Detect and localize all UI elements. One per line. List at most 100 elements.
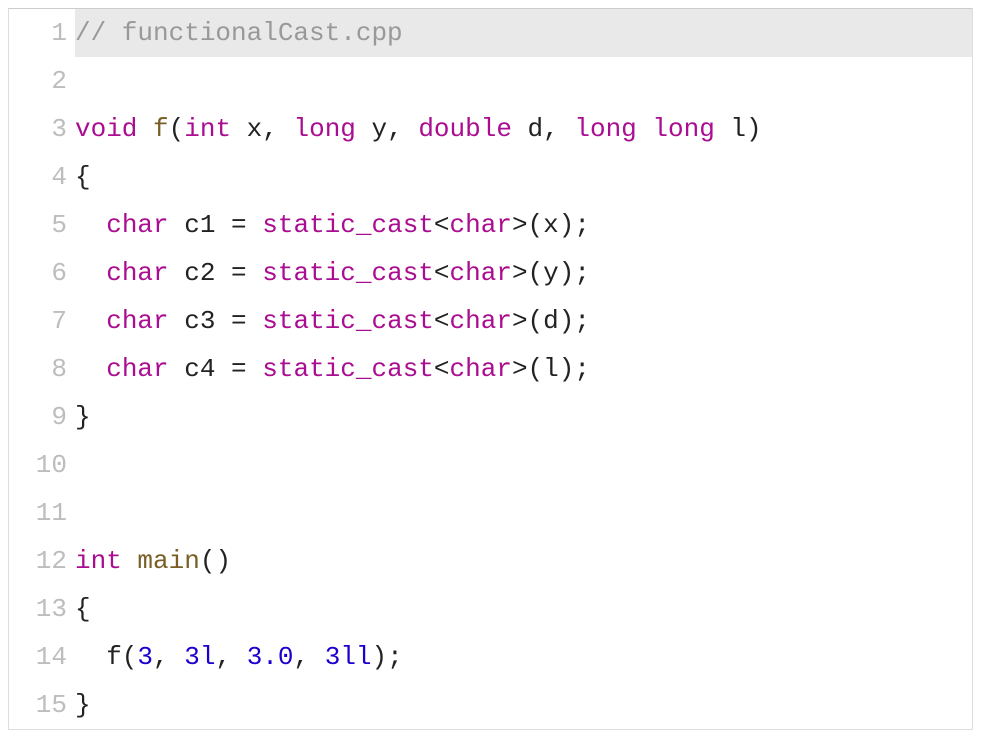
token: >(l); <box>512 354 590 384</box>
line-number: 10 <box>9 441 75 489</box>
code-content: int main() <box>75 537 972 585</box>
token: static_cast <box>262 258 434 288</box>
token: long long <box>574 114 714 144</box>
token: l) <box>715 114 762 144</box>
token: , <box>294 642 325 672</box>
token: char <box>450 354 512 384</box>
token: < <box>434 210 450 240</box>
line-number: 6 <box>9 249 75 297</box>
token: char <box>106 354 168 384</box>
line-number: 5 <box>9 201 75 249</box>
line-number: 12 <box>9 537 75 585</box>
code-line: 2 <box>9 57 972 105</box>
line-number: 8 <box>9 345 75 393</box>
code-block: 1// functionalCast.cpp2 3void f(int x, l… <box>8 8 973 730</box>
line-number: 4 <box>9 153 75 201</box>
token: ); <box>372 642 403 672</box>
token: char <box>106 306 168 336</box>
token: int <box>184 114 231 144</box>
token: char <box>106 210 168 240</box>
token: >(x); <box>512 210 590 240</box>
code-content: // functionalCast.cpp <box>75 9 972 57</box>
token: 3ll <box>325 642 372 672</box>
code-line: 7 char c3 = static_cast<char>(d); <box>9 297 972 345</box>
line-number: 15 <box>9 681 75 729</box>
line-number: 2 <box>9 57 75 105</box>
code-line: 14 f(3, 3l, 3.0, 3ll); <box>9 633 972 681</box>
token: x, <box>231 114 293 144</box>
token: int <box>75 546 122 576</box>
code-content: { <box>75 153 972 201</box>
token: { <box>75 162 91 192</box>
line-number: 11 <box>9 489 75 537</box>
token <box>75 306 106 336</box>
line-number: 1 <box>9 9 75 57</box>
token: , <box>153 642 184 672</box>
token: ( <box>169 114 185 144</box>
code-content: char c2 = static_cast<char>(y); <box>75 249 972 297</box>
token: static_cast <box>262 354 434 384</box>
code-line: 3void f(int x, long y, double d, long lo… <box>9 105 972 153</box>
token: char <box>450 258 512 288</box>
line-number: 3 <box>9 105 75 153</box>
code-line: 4{ <box>9 153 972 201</box>
token: < <box>434 258 450 288</box>
token: c4 = <box>169 354 263 384</box>
code-line: 11 <box>9 489 972 537</box>
code-content: { <box>75 585 972 633</box>
code-content: char c1 = static_cast<char>(x); <box>75 201 972 249</box>
token: 3l <box>184 642 215 672</box>
token: char <box>450 306 512 336</box>
code-line: 1// functionalCast.cpp <box>9 9 972 57</box>
token: c2 = <box>169 258 263 288</box>
token: main <box>137 546 199 576</box>
code-line: 10 <box>9 441 972 489</box>
token: void <box>75 114 137 144</box>
token: } <box>75 402 91 432</box>
token: { <box>75 594 91 624</box>
code-line: 8 char c4 = static_cast<char>(l); <box>9 345 972 393</box>
token: char <box>450 210 512 240</box>
token <box>122 546 138 576</box>
token: } <box>75 690 91 720</box>
token: , <box>215 642 246 672</box>
token: () <box>200 546 231 576</box>
token: d, <box>512 114 574 144</box>
code-content <box>75 57 972 105</box>
token: >(y); <box>512 258 590 288</box>
line-number: 7 <box>9 297 75 345</box>
token <box>137 114 153 144</box>
code-content <box>75 489 972 537</box>
token: static_cast <box>262 210 434 240</box>
token: f <box>153 114 169 144</box>
code-line: 13{ <box>9 585 972 633</box>
code-line: 15} <box>9 681 972 729</box>
line-number: 14 <box>9 633 75 681</box>
token: static_cast <box>262 306 434 336</box>
line-number: 9 <box>9 393 75 441</box>
code-content: f(3, 3l, 3.0, 3ll); <box>75 633 972 681</box>
code-content: char c3 = static_cast<char>(d); <box>75 297 972 345</box>
token: y, <box>356 114 418 144</box>
token: f( <box>75 642 137 672</box>
token: double <box>418 114 512 144</box>
token: < <box>434 354 450 384</box>
code-line: 12int main() <box>9 537 972 585</box>
token: 3 <box>137 642 153 672</box>
token <box>75 354 106 384</box>
code-line: 5 char c1 = static_cast<char>(x); <box>9 201 972 249</box>
code-content: void f(int x, long y, double d, long lon… <box>75 105 972 153</box>
token: c3 = <box>169 306 263 336</box>
token <box>75 210 106 240</box>
line-number: 13 <box>9 585 75 633</box>
token: // functionalCast.cpp <box>75 18 403 48</box>
token: < <box>434 306 450 336</box>
code-line: 6 char c2 = static_cast<char>(y); <box>9 249 972 297</box>
token: >(d); <box>512 306 590 336</box>
token: 3.0 <box>247 642 294 672</box>
token: c1 = <box>169 210 263 240</box>
token: long <box>293 114 355 144</box>
code-content <box>75 441 972 489</box>
token: char <box>106 258 168 288</box>
code-content: char c4 = static_cast<char>(l); <box>75 345 972 393</box>
